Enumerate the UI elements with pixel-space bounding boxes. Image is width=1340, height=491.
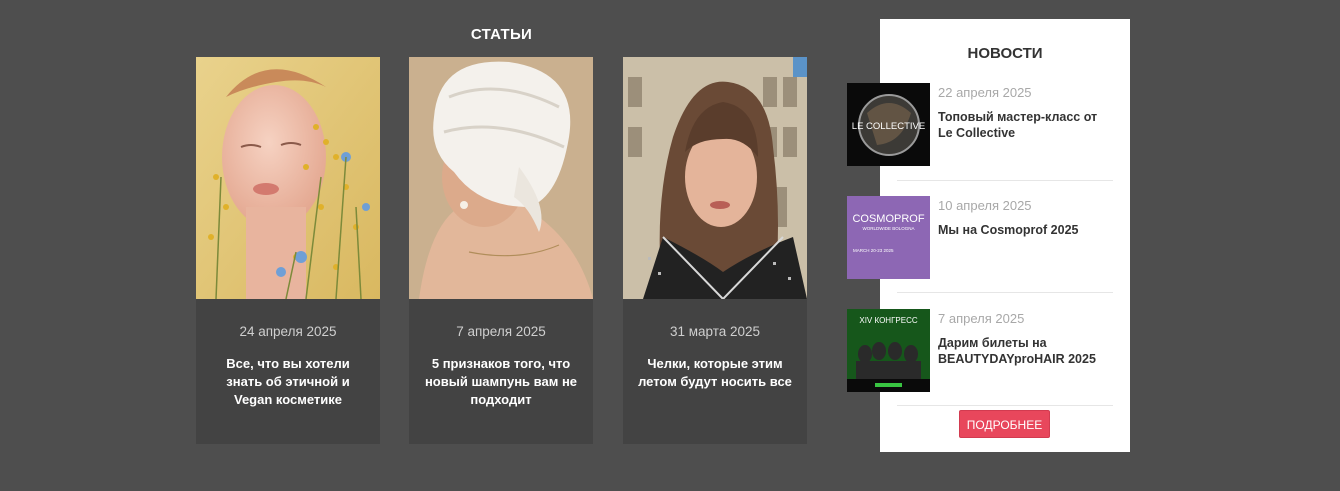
- article-image-vegan[interactable]: [196, 57, 380, 299]
- news-thumb-cosmoprof[interactable]: COSMOPROF WORLDWIDE BOLOGNA MARCH 20-23 …: [847, 196, 930, 279]
- news-title[interactable]: Мы на Cosmoprof 2025: [938, 222, 1113, 238]
- article-title[interactable]: Челки, которые этим летом будут носить в…: [635, 355, 795, 391]
- thumb-text: COSMOPROF: [852, 213, 924, 225]
- article-card[interactable]: 31 марта 2025 Челки, которые этим летом …: [623, 57, 807, 444]
- news-title[interactable]: Дарим билеты на BEAUTYDAYproHAIR 2025: [938, 335, 1113, 367]
- divider: [897, 292, 1113, 293]
- news-date: 22 апреля 2025: [938, 85, 1032, 100]
- news-title[interactable]: Топовый мастер-класс от Le Collective: [938, 109, 1113, 141]
- article-date: 24 апреля 2025: [239, 324, 337, 339]
- article-date: 7 апреля 2025: [456, 324, 546, 339]
- more-button[interactable]: ПОДРОБНЕЕ: [959, 410, 1050, 438]
- article-title[interactable]: Все, что вы хотели знать об этичной и Ve…: [208, 355, 368, 409]
- news-panel: НОВОСТИ LE COLLECTIVE 22 апреля 2025 Топ…: [847, 19, 1130, 452]
- article-image-bangs[interactable]: [623, 57, 807, 299]
- thumb-text: LE COLLECTIVE: [852, 121, 925, 132]
- article-date: 31 марта 2025: [669, 324, 761, 339]
- article-card[interactable]: 7 апреля 2025 5 признаков того, что новы…: [409, 57, 593, 444]
- thumb-date: MARCH 20-23 2025: [853, 248, 894, 253]
- articles-heading: СТАТЬИ: [470, 26, 533, 43]
- news-heading: НОВОСТИ: [967, 45, 1043, 62]
- news-thumb-congress[interactable]: XIV КОНГРЕСС: [847, 309, 930, 392]
- news-date: 10 апреля 2025: [938, 198, 1032, 213]
- thumb-text: XIV КОНГРЕСС: [859, 316, 917, 325]
- divider: [897, 180, 1113, 181]
- article-title[interactable]: 5 признаков того, что новый шампунь вам …: [421, 355, 581, 409]
- news-date: 7 апреля 2025: [938, 311, 1025, 326]
- article-card[interactable]: 24 апреля 2025 Все, что вы хотели знать …: [196, 57, 380, 444]
- news-thumb-le-collective[interactable]: LE COLLECTIVE: [847, 83, 930, 166]
- divider: [897, 405, 1113, 406]
- thumb-subtext: WORLDWIDE BOLOGNA: [862, 226, 914, 231]
- article-image-shampoo[interactable]: [409, 57, 593, 299]
